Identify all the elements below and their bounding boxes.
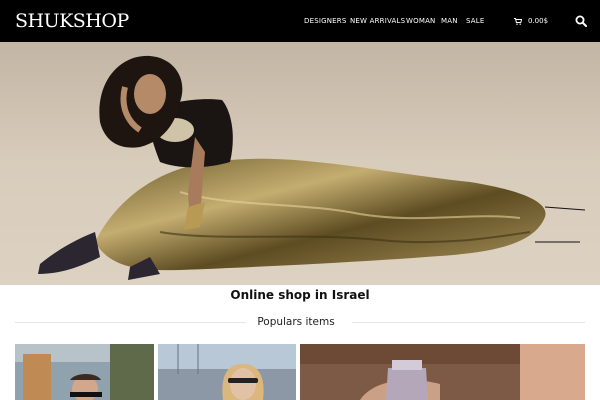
top-navigation-bar: SHUKSHOP DESIGNERS NEW ARRIVALS WOMAN MA… <box>0 0 600 42</box>
section-divider-right <box>352 322 585 323</box>
product-image <box>15 344 154 400</box>
cart-total: 0.00$ <box>528 17 549 25</box>
hero-photo <box>0 42 600 285</box>
section-title: Populars items <box>257 316 335 328</box>
product-card-2[interactable] <box>158 344 296 400</box>
section-divider-left <box>15 322 246 323</box>
hero-banner-image[interactable] <box>0 42 600 285</box>
nav-sale[interactable]: SALE <box>466 0 485 42</box>
nav-man[interactable]: MAN <box>441 0 458 42</box>
product-image <box>158 344 296 400</box>
cart-button[interactable]: 0.00$ <box>514 0 548 42</box>
search-icon[interactable] <box>575 15 587 27</box>
nav-new-arrivals[interactable]: NEW ARRIVALS <box>350 0 405 42</box>
product-card-1[interactable] <box>15 344 154 400</box>
site-logo[interactable]: SHUKSHOP <box>15 8 129 34</box>
product-card-3[interactable] <box>300 344 585 400</box>
cart-icon <box>514 17 522 25</box>
nav-designers[interactable]: DESIGNERS <box>304 0 347 42</box>
product-image <box>300 344 585 400</box>
hero-headline: Online shop in Israel <box>230 288 370 302</box>
nav-woman[interactable]: WOMAN <box>406 0 436 42</box>
